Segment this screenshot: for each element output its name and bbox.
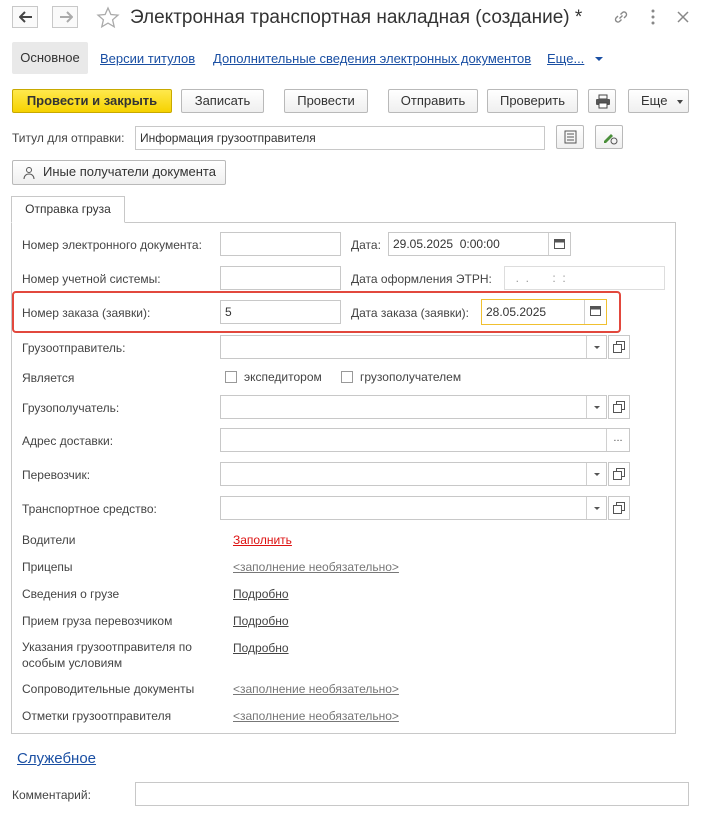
window-title: Электронная транспортная накладная (созд…	[130, 7, 583, 28]
docs-label: Сопроводительные документы	[22, 682, 195, 696]
other-recipients-label: Иные получатели документа	[43, 164, 216, 179]
tab-extra-info[interactable]: Дополнительные сведения электронных доку…	[213, 51, 531, 66]
shipper-label: Грузоотправитель:	[22, 341, 126, 355]
reception-label: Прием груза перевозчиком	[22, 614, 173, 628]
carrier-dropdown[interactable]	[586, 463, 606, 485]
etrn-date-label: Дата оформления ЭТРН:	[351, 272, 492, 286]
docs-link[interactable]: <заполнение необязательно>	[233, 682, 399, 696]
tab-more[interactable]: Еще...	[547, 51, 584, 66]
send-button[interactable]: Отправить	[388, 89, 478, 113]
carrier-label: Перевозчик:	[22, 468, 91, 482]
more-menu-icon[interactable]	[644, 8, 662, 26]
edoc-number-label: Номер электронного документа:	[22, 238, 202, 252]
list-button[interactable]	[556, 125, 584, 149]
account-number-field[interactable]	[220, 266, 341, 290]
tab-title-versions[interactable]: Версии титулов	[100, 51, 195, 66]
marks-label: Отметки грузоотправителя	[22, 709, 172, 723]
order-number-label: Номер заказа (заявки):	[22, 306, 151, 320]
comment-label: Комментарий:	[12, 788, 91, 802]
vehicle-label: Транспортное средство:	[22, 502, 157, 516]
more-button-label: Еще	[641, 93, 668, 108]
more-chevron-icon	[677, 100, 683, 104]
instructions-label-line1: Указания грузоотправителя по	[22, 640, 192, 654]
service-link[interactable]: Служебное	[17, 750, 96, 767]
print-button[interactable]	[588, 89, 616, 113]
date-label: Дата:	[351, 238, 381, 252]
address-select-button[interactable]: ...	[606, 429, 629, 451]
check-button[interactable]: Проверить	[487, 89, 578, 113]
date-calendar-button[interactable]	[548, 233, 570, 255]
more-button[interactable]: Еще	[628, 89, 689, 113]
forward-button[interactable]	[52, 6, 78, 28]
order-date-value: 28.05.2025	[486, 305, 547, 319]
cargo-info-link[interactable]: Подробно	[233, 587, 289, 601]
instructions-link[interactable]: Подробно	[233, 641, 289, 655]
reception-link[interactable]: Подробно	[233, 614, 289, 628]
consignee-label: Грузополучатель:	[22, 401, 120, 415]
tab-main[interactable]: Основное	[12, 42, 88, 74]
users-icon	[23, 167, 35, 180]
title-send-label: Титул для отправки:	[12, 131, 125, 145]
order-date-calendar-button[interactable]	[584, 300, 606, 324]
date-value: 29.05.2025 0:00:00	[393, 237, 500, 251]
consignee-checkbox-label: грузополучателем	[360, 370, 462, 384]
consignee-checkbox[interactable]	[341, 371, 353, 383]
close-icon[interactable]	[674, 8, 692, 26]
arrow-left-icon	[19, 11, 32, 23]
address-label: Адрес доставки:	[22, 434, 114, 448]
consignee-open-button[interactable]	[608, 395, 630, 419]
tab-more-chevron-icon	[595, 57, 603, 61]
forwarder-label: экспедитором	[244, 370, 322, 384]
vehicle-open-button[interactable]	[608, 496, 630, 520]
title-send-field[interactable]: Информация грузоотправителя	[135, 126, 545, 150]
vehicle-dropdown[interactable]	[586, 497, 606, 519]
post-button[interactable]: Провести	[284, 89, 368, 113]
vehicle-field[interactable]	[220, 496, 607, 520]
shipper-field[interactable]	[220, 335, 607, 359]
calendar-icon	[554, 239, 565, 249]
drivers-fill-link[interactable]: Заполнить	[233, 533, 292, 547]
pencil-check-icon	[604, 134, 618, 145]
favorite-star-icon[interactable]	[96, 6, 120, 30]
consignee-field[interactable]	[220, 395, 607, 419]
save-button[interactable]: Записать	[181, 89, 264, 113]
order-number-field[interactable]: 5	[220, 300, 341, 324]
consignee-dropdown[interactable]	[586, 396, 606, 418]
tab-cargo-dispatch[interactable]: Отправка груза	[11, 196, 125, 223]
trailers-label: Прицепы	[22, 560, 73, 574]
order-date-field[interactable]: 28.05.2025	[481, 299, 607, 325]
address-field[interactable]: ...	[220, 428, 630, 452]
link-icon[interactable]	[612, 8, 630, 26]
drivers-label: Водители	[22, 533, 76, 547]
etrn-date-field: . . : :	[504, 266, 665, 290]
edoc-number-field[interactable]	[220, 232, 341, 256]
shipper-dropdown[interactable]	[586, 336, 606, 358]
cargo-info-label: Сведения о грузе	[22, 587, 120, 601]
is-label: Является	[22, 371, 75, 385]
back-button[interactable]	[12, 6, 38, 28]
forwarder-checkbox[interactable]	[225, 371, 237, 383]
comment-field[interactable]	[135, 782, 689, 806]
carrier-open-button[interactable]	[608, 462, 630, 486]
document-list-icon	[564, 130, 577, 144]
order-date-label: Дата заказа (заявки):	[351, 306, 469, 320]
post-and-close-button[interactable]: Провести и закрыть	[12, 89, 172, 113]
carrier-field[interactable]	[220, 462, 607, 486]
marks-link[interactable]: <заполнение необязательно>	[233, 709, 399, 723]
arrow-right-icon	[60, 11, 73, 23]
edit-sign-button[interactable]	[595, 125, 623, 149]
instructions-label-line2: особым условиям	[22, 656, 123, 670]
trailers-link[interactable]: <заполнение необязательно>	[233, 560, 399, 574]
calendar-icon	[590, 306, 601, 316]
shipper-open-button[interactable]	[608, 335, 630, 359]
account-number-label: Номер учетной системы:	[22, 272, 161, 286]
printer-icon	[596, 94, 610, 109]
other-recipients-button[interactable]: Иные получатели документа	[12, 160, 226, 185]
date-field[interactable]: 29.05.2025 0:00:00	[388, 232, 571, 256]
